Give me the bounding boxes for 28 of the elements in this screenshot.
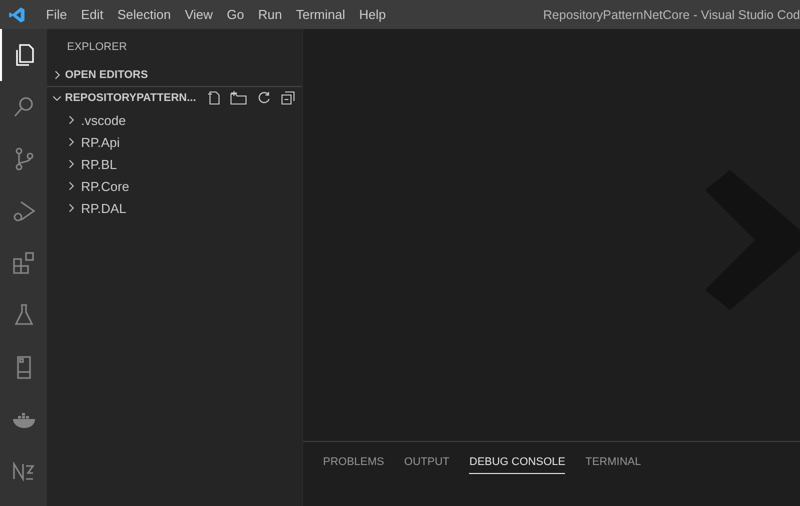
extensions-icon[interactable] <box>10 250 36 276</box>
panel-tab[interactable]: OUTPUT <box>404 452 450 474</box>
section-header[interactable]: REPOSITORYPATTERN... <box>47 86 302 109</box>
refresh-icon[interactable] <box>256 90 272 106</box>
new-file-icon[interactable] <box>206 90 222 106</box>
window-title: RepositoryPatternNetCore - Visual Studio Cod <box>543 8 800 22</box>
tree-item[interactable]: RP.Core <box>47 175 302 197</box>
tree-item[interactable]: RP.DAL <box>47 197 302 219</box>
menu-item[interactable]: View <box>178 7 220 22</box>
tree-item[interactable]: RP.BL <box>47 153 302 175</box>
panel-tab[interactable]: DEBUG CONSOLE <box>469 452 566 474</box>
menu-item[interactable]: Run <box>251 7 289 22</box>
menu-item[interactable]: Edit <box>74 7 110 22</box>
panel-tab[interactable]: TERMINAL <box>585 452 641 474</box>
tree-item[interactable]: .vscode <box>47 109 302 131</box>
menu-item[interactable]: Selection <box>110 7 178 22</box>
menu-item[interactable]: Help <box>352 7 393 22</box>
n2-logo-icon[interactable] <box>10 458 36 484</box>
new-folder-icon[interactable] <box>230 90 248 106</box>
panel-tab[interactable]: PROBLEMS <box>323 452 384 474</box>
app-logo-icon <box>8 6 26 24</box>
menu-item[interactable]: Go <box>220 7 252 22</box>
tree-item[interactable]: RP.Api <box>47 131 302 153</box>
collapse-all-icon[interactable] <box>280 90 296 106</box>
menu-item[interactable]: File <box>39 7 74 22</box>
menu-item[interactable]: Terminal <box>289 7 352 22</box>
sidebar-title: EXPLORER <box>67 40 127 52</box>
section-header[interactable]: OPEN EDITORS <box>47 64 302 86</box>
